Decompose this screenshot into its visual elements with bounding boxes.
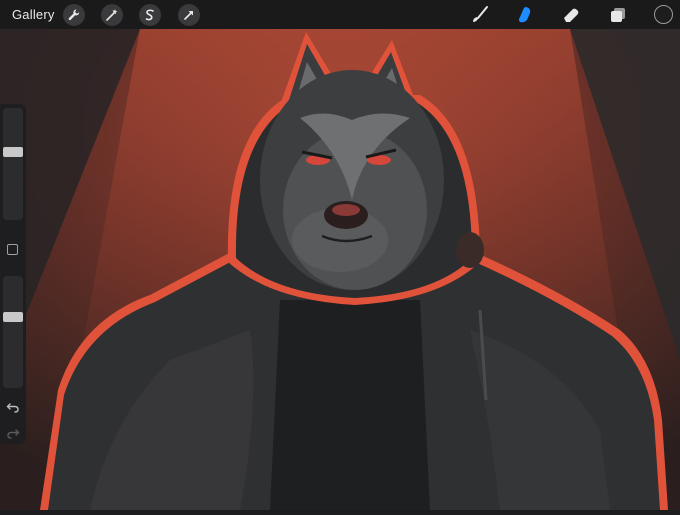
actions-button[interactable] [63,4,85,26]
wrench-icon [68,9,80,21]
brush-icon [473,6,488,22]
drawing-canvas[interactable] [0,0,680,510]
opacity-slider[interactable] [3,276,23,388]
artwork-husky-in-hoodie [0,0,680,510]
smudge-icon [519,7,531,23]
magic-wand-icon [106,9,118,21]
redo-icon[interactable] [6,426,20,440]
modify-button[interactable] [7,244,18,255]
eraser-button[interactable] [560,4,582,26]
transform-arrow-icon [184,11,193,20]
color-well[interactable] [654,5,673,24]
opacity-thumb[interactable] [3,312,23,322]
layers-button[interactable] [607,4,629,26]
eraser-icon [564,8,579,22]
top-toolbar: Gallery [0,0,680,29]
transform-button[interactable] [178,4,200,26]
layers-icon [611,8,625,22]
left-sidebar [0,104,26,444]
adjustments-button[interactable] [101,4,123,26]
selection-s-icon [145,9,154,21]
selection-button[interactable] [139,4,161,26]
smudge-button[interactable] [513,4,535,26]
gallery-button[interactable]: Gallery [12,7,55,22]
undo-icon[interactable] [6,400,20,414]
brush-button[interactable] [469,4,491,26]
brush-size-thumb[interactable] [3,147,23,157]
brush-size-slider[interactable] [3,108,23,220]
